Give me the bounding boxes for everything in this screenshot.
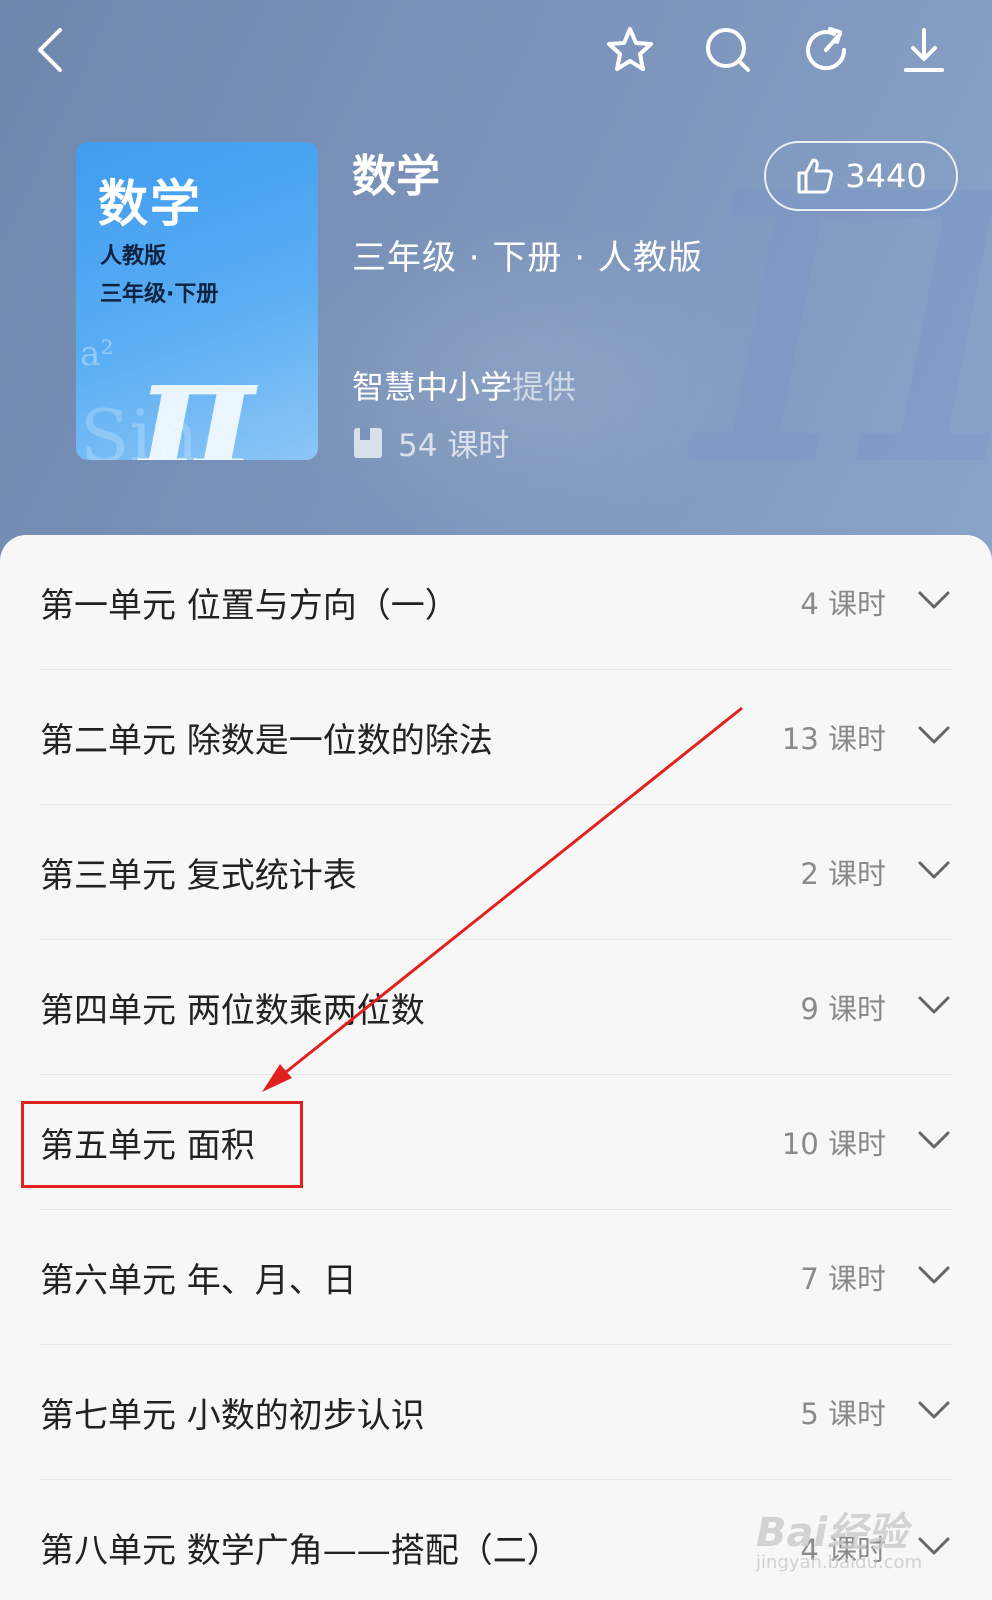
search-button[interactable]	[700, 22, 756, 78]
total-hours: 54 课时	[352, 420, 509, 465]
cover-grade: 三年级·下册	[100, 282, 219, 307]
unit-hours: 7 课时	[800, 1262, 886, 1296]
chevron-down-icon[interactable]	[916, 1263, 952, 1291]
unit-hours: 2 课时	[800, 857, 886, 891]
unit-list: 第一单元 位置与方向（一） 4 课时 第二单元 除数是一位数的除法 13 课时 …	[0, 535, 992, 1600]
unit-row[interactable]: 第二单元 除数是一位数的除法 13 课时	[40, 670, 952, 805]
star-icon	[607, 27, 653, 71]
download-icon	[904, 28, 944, 72]
refresh-button[interactable]	[798, 22, 854, 78]
back-button[interactable]	[24, 22, 80, 78]
highlight-box	[21, 1101, 303, 1188]
unit-hours: 5 课时	[800, 1397, 886, 1431]
refresh-icon	[806, 27, 847, 71]
book-meta: 三年级 · 下册 · 人教版	[352, 238, 703, 278]
chevron-down-icon[interactable]	[916, 1128, 952, 1156]
book-cover: 数学 人教版 三年级·下册 a² Sin π	[76, 142, 318, 460]
favorite-button[interactable]	[602, 22, 658, 78]
total-hours-label: 54 课时	[398, 428, 510, 464]
watermark: Bai经验 jingyan.baidu.com	[756, 1500, 922, 1573]
unit-hours: 9 课时	[800, 992, 886, 1026]
provider-name: 智慧中小学	[352, 368, 513, 406]
chevron-down-icon[interactable]	[916, 993, 952, 1021]
provider-text: 智慧中小学提供	[352, 362, 576, 408]
lesson-book-icon	[354, 427, 382, 458]
provider-suffix: 提供	[512, 368, 577, 406]
unit-row[interactable]: 第三单元 复式统计表 2 课时	[40, 805, 952, 940]
chevron-down-icon[interactable]	[916, 588, 952, 616]
like-button[interactable]: 3440	[764, 141, 958, 211]
unit-title: 第八单元 数学广角——搭配（二）	[40, 1531, 561, 1571]
unit-row[interactable]: 第七单元 小数的初步认识 5 课时	[40, 1345, 952, 1480]
unit-title: 第三单元 复式统计表	[40, 855, 357, 896]
unit-row[interactable]: 第四单元 两位数乘两位数 9 课时	[40, 940, 952, 1075]
unit-row[interactable]: 第一单元 位置与方向（一） 4 课时	[40, 535, 952, 670]
unit-title: 第七单元 小数的初步认识	[40, 1395, 425, 1436]
unit-title: 第六单元 年、月、日	[40, 1260, 357, 1301]
unit-title: 第二单元 除数是一位数的除法	[40, 720, 493, 761]
unit-hours: 13 课时	[781, 722, 886, 756]
chevron-down-icon[interactable]	[916, 723, 952, 751]
chevron-down-icon[interactable]	[916, 858, 952, 886]
unit-hours: 10 课时	[781, 1127, 886, 1161]
back-icon	[38, 28, 62, 72]
like-count: 3440	[845, 157, 927, 195]
book-title: 数学	[352, 151, 440, 202]
unit-title: 第四单元 两位数乘两位数	[40, 990, 425, 1031]
cover-pi-decoration: π	[138, 318, 256, 460]
unit-row[interactable]: 第六单元 年、月、日 7 课时	[40, 1210, 952, 1345]
watermark-main: Bai经验	[756, 1510, 908, 1556]
cover-edition: 人教版	[100, 244, 167, 269]
thumbs-up-icon	[797, 158, 834, 194]
search-icon	[706, 28, 750, 72]
unit-title: 第一单元 位置与方向（一）	[40, 585, 459, 626]
cover-title: 数学	[98, 174, 202, 233]
unit-hours: 4 课时	[800, 587, 886, 621]
chevron-down-icon[interactable]	[916, 1398, 952, 1426]
download-button[interactable]	[896, 22, 952, 78]
watermark-sub: jingyan.baidu.com	[756, 1552, 923, 1573]
cover-power-decoration: a²	[80, 334, 114, 374]
course-header: π 数学 人教版 三年级·下册 a² Sin	[0, 0, 992, 560]
